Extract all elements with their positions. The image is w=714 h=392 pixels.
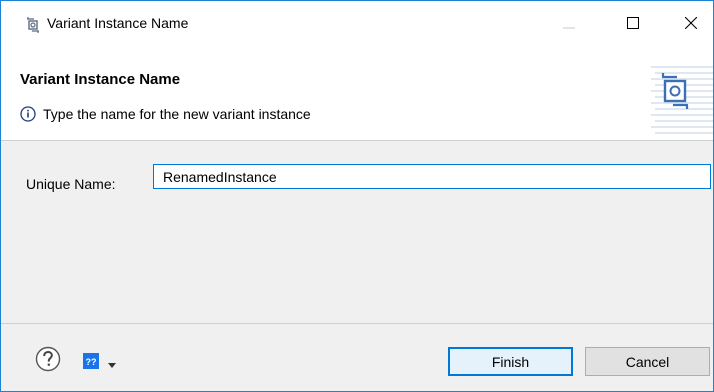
minimize-icon	[563, 16, 575, 32]
header-banner: Variant Instance Name Type the name for …	[1, 47, 713, 141]
title-bar[interactable]: Variant Instance Name	[1, 1, 713, 47]
unique-name-label: Unique Name:	[26, 176, 116, 192]
help-icon[interactable]	[35, 346, 61, 372]
cancel-button[interactable]: Cancel	[585, 347, 710, 376]
help-book-icon[interactable]: ??	[83, 353, 99, 369]
help-book-glyph: ??	[86, 357, 97, 367]
button-bar: ?? Finish Cancel	[1, 323, 713, 391]
info-icon	[20, 106, 36, 122]
dropdown-arrow-icon[interactable]	[107, 357, 117, 368]
dialog-window: Variant Instance Name Variant Instance N…	[0, 0, 714, 392]
finish-button[interactable]: Finish	[448, 347, 573, 376]
minimize-button[interactable]	[546, 1, 592, 47]
window-title: Variant Instance Name	[47, 15, 189, 31]
close-icon	[684, 16, 698, 32]
banner-message: Type the name for the new variant instan…	[43, 106, 311, 122]
variant-instance-icon	[651, 61, 713, 137]
maximize-button[interactable]	[610, 1, 656, 47]
close-button[interactable]	[668, 1, 713, 47]
form-area: Unique Name:	[1, 142, 713, 323]
variant-window-icon	[24, 16, 42, 34]
maximize-icon	[627, 16, 639, 32]
banner-title: Variant Instance Name	[20, 71, 181, 88]
unique-name-input[interactable]	[153, 164, 711, 189]
